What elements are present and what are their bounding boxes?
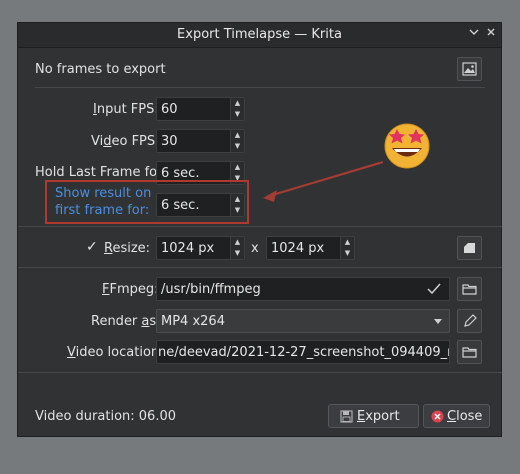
close-window-button[interactable] bbox=[483, 26, 499, 42]
aspect-lock-button[interactable] bbox=[457, 236, 482, 260]
star-struck-emoji-icon bbox=[384, 123, 430, 169]
first-frame-label: Show result on first frame for: bbox=[55, 186, 152, 218]
image-button[interactable] bbox=[457, 57, 482, 81]
resize-height-spinbox[interactable]: 1024 px ▲ ▼ bbox=[266, 236, 355, 260]
input-fps-label: Input FPS: bbox=[93, 102, 159, 117]
separator bbox=[18, 267, 502, 268]
input-fps-spinbox[interactable]: 60 ▲ ▼ bbox=[156, 97, 245, 121]
video-fps-label: Video FPS: bbox=[91, 134, 160, 149]
ffmpeg-path-input[interactable]: /usr/bin/ffmpeg bbox=[156, 277, 450, 301]
export-button[interactable]: Export bbox=[328, 404, 419, 428]
separator bbox=[18, 372, 502, 373]
spin-up-icon[interactable]: ▲ bbox=[231, 194, 244, 205]
image-icon bbox=[462, 62, 477, 76]
first-frame-spinbox[interactable]: 6 sec. ▲ ▼ bbox=[156, 193, 245, 217]
video-fps-value: 30 bbox=[161, 134, 178, 149]
video-duration: Video duration: 06.00 bbox=[35, 409, 176, 424]
chevron-down-icon bbox=[434, 319, 442, 324]
close-icon bbox=[487, 28, 495, 36]
video-location-input[interactable]: ne/deevad/2021-12-27_screenshot_094409_n… bbox=[156, 340, 450, 364]
render-edit-button[interactable] bbox=[457, 309, 482, 333]
export-timelapse-dialog: Export Timelapse — Krita bbox=[17, 22, 502, 437]
video-location-label: Video location: bbox=[67, 345, 164, 360]
checkmark-icon bbox=[427, 283, 441, 295]
close-circle-icon bbox=[431, 410, 444, 423]
first-frame-value: 6 sec. bbox=[161, 198, 200, 213]
save-icon bbox=[340, 410, 353, 423]
separator bbox=[18, 226, 502, 227]
spin-down-icon[interactable]: ▼ bbox=[231, 141, 244, 152]
hold-last-frame-value: 6 sec. bbox=[161, 166, 200, 181]
window-title: Export Timelapse — Krita bbox=[177, 27, 342, 42]
separator bbox=[35, 87, 485, 88]
video-duration-value: 06.00 bbox=[138, 409, 176, 424]
video-location-browse-button[interactable] bbox=[457, 340, 482, 364]
aspect-lock-icon bbox=[464, 243, 475, 253]
resize-width-spinbox[interactable]: 1024 px ▲ ▼ bbox=[156, 236, 245, 260]
spin-down-icon[interactable]: ▼ bbox=[341, 248, 354, 259]
folder-icon bbox=[462, 347, 477, 358]
ffmpeg-browse-button[interactable] bbox=[457, 277, 482, 301]
pencil-icon bbox=[464, 314, 477, 327]
chevron-down-icon bbox=[469, 29, 479, 35]
resize-label: Resize: bbox=[104, 241, 151, 256]
input-fps-value: 60 bbox=[161, 102, 178, 117]
hold-last-frame-label: Hold Last Frame for: bbox=[35, 165, 167, 180]
spin-up-icon[interactable]: ▲ bbox=[231, 98, 244, 109]
annotation-arrow bbox=[263, 160, 384, 202]
resize-separator: x bbox=[251, 241, 259, 256]
folder-icon bbox=[462, 284, 477, 295]
resize-checkbox[interactable]: ✓ bbox=[86, 240, 100, 254]
resize-width-value: 1024 px bbox=[161, 241, 215, 256]
spin-down-icon[interactable]: ▼ bbox=[231, 248, 244, 259]
titlebar: Export Timelapse — Krita bbox=[18, 23, 501, 48]
spin-up-icon[interactable]: ▲ bbox=[231, 130, 244, 141]
resize-height-value: 1024 px bbox=[271, 241, 325, 256]
spin-down-icon[interactable]: ▼ bbox=[231, 109, 244, 120]
spin-up-icon[interactable]: ▲ bbox=[231, 162, 244, 173]
render-format-dropdown[interactable]: MP4 x264 bbox=[156, 309, 450, 333]
minimize-button[interactable] bbox=[466, 26, 482, 42]
render-as-label: Render as: bbox=[91, 314, 161, 329]
spin-down-icon[interactable]: ▼ bbox=[231, 205, 244, 216]
spin-up-icon[interactable]: ▲ bbox=[231, 237, 244, 248]
close-button[interactable]: Close bbox=[423, 404, 490, 428]
status-message: No frames to export bbox=[35, 62, 166, 77]
spin-up-icon[interactable]: ▲ bbox=[341, 237, 354, 248]
ffmpeg-label: FFmpeg: bbox=[102, 282, 159, 297]
video-fps-spinbox[interactable]: 30 ▲ ▼ bbox=[156, 129, 245, 153]
